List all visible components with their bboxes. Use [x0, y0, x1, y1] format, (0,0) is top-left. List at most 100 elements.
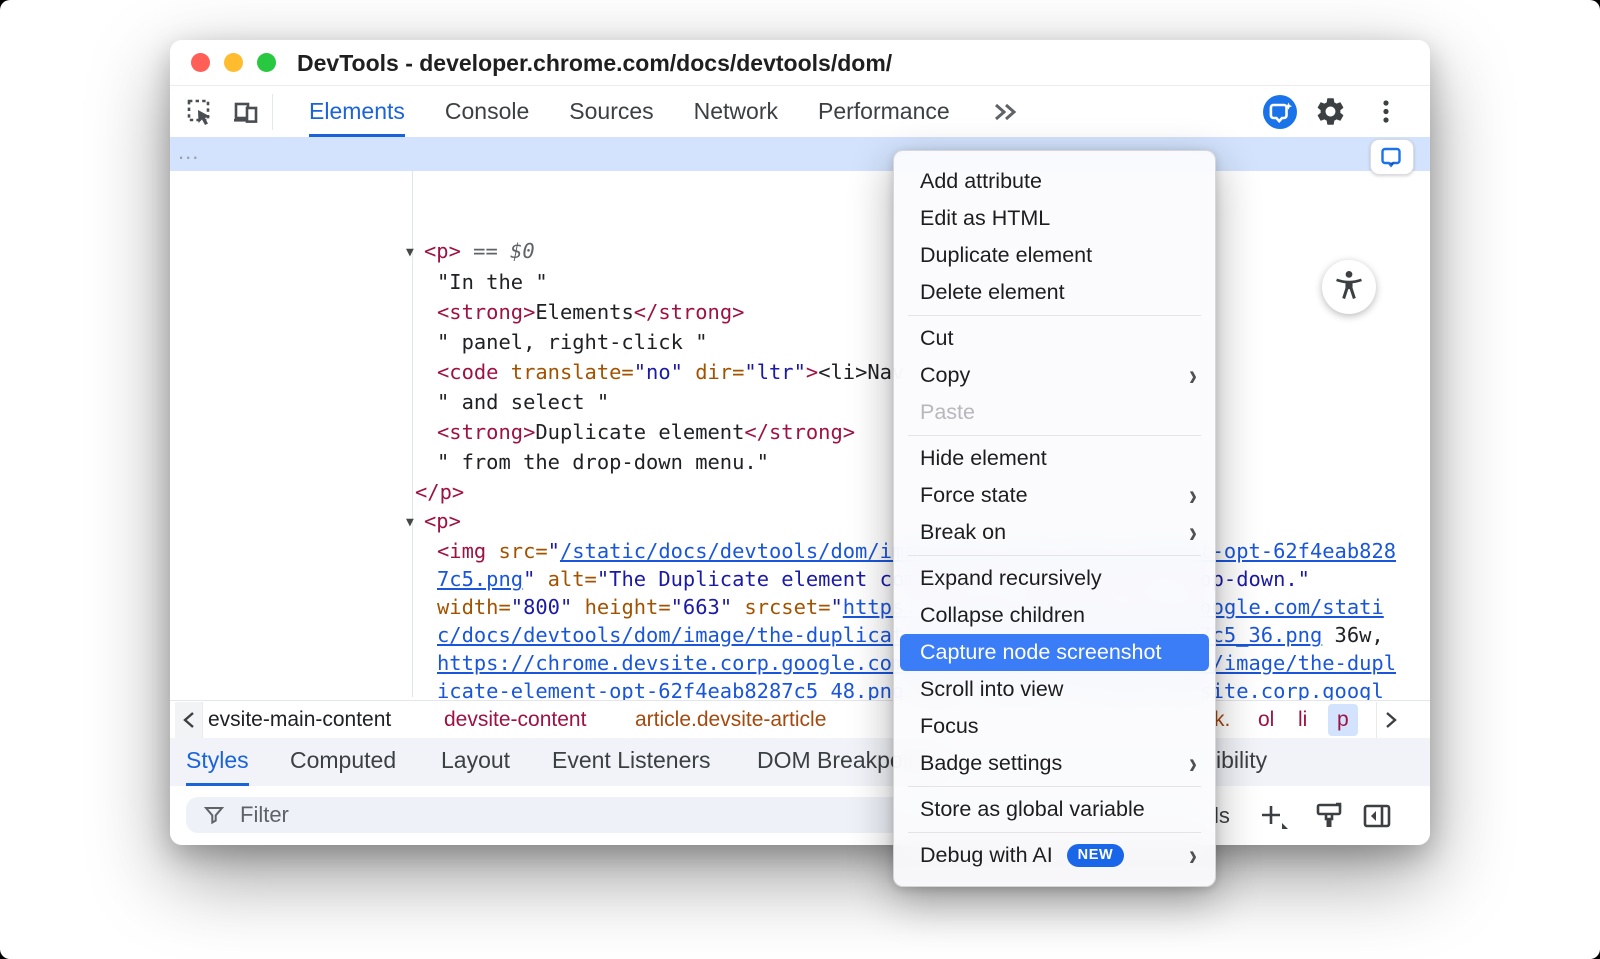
- selected-node-row[interactable]: [170, 137, 1430, 171]
- code-segment-link: 7c5.png: [437, 567, 523, 591]
- code-segment-val: "ltr": [744, 360, 805, 384]
- breadcrumb-item[interactable]: li: [1298, 701, 1307, 739]
- dom-tree-line[interactable]: <code translate="no" dir="ltr"><li>Nav: [437, 357, 904, 387]
- expand-arrow-icon[interactable]: ▼: [406, 508, 424, 538]
- accessibility-fab[interactable]: [1322, 260, 1376, 314]
- devtools-toolbar: Elements Console Sources Network Performance: [170, 86, 1430, 138]
- close-window-button[interactable]: [191, 53, 210, 72]
- menu-item-label: Delete element: [920, 280, 1065, 305]
- dom-tree-line[interactable]: ▼<p> == $0: [406, 236, 535, 268]
- code-segment-tag: <code: [437, 360, 498, 384]
- menu-item-scroll-into-view[interactable]: Scroll into view: [900, 671, 1209, 708]
- menu-item-label: Force state: [920, 483, 1028, 508]
- code-segment-txt: [498, 360, 510, 384]
- menu-item-store-as-global-variable[interactable]: Store as global variable: [900, 791, 1209, 828]
- menu-separator: [908, 832, 1201, 833]
- code-segment-attr: srcset=: [744, 595, 830, 619]
- menu-item-debug-with-ai[interactable]: Debug with AINEW›: [900, 837, 1209, 874]
- zoom-window-button[interactable]: [257, 53, 276, 72]
- new-style-rule-icon[interactable]: [1252, 786, 1292, 845]
- tab-performance[interactable]: Performance: [818, 86, 950, 137]
- dom-tree-line[interactable]: ▼<p>: [406, 506, 461, 538]
- submenu-chevron-icon: ›: [1189, 749, 1197, 779]
- sidebar-tab-ibility[interactable]: ibility: [1216, 738, 1267, 786]
- window-title: DevTools - developer.chrome.com/docs/dev…: [297, 40, 892, 85]
- menu-item-cut[interactable]: Cut: [900, 320, 1209, 357]
- node-ellipsis[interactable]: ...: [178, 139, 199, 165]
- tab-elements[interactable]: Elements: [309, 86, 405, 137]
- code-segment-tag: </p>: [415, 480, 464, 504]
- submenu-chevron-icon: ›: [1189, 361, 1197, 391]
- sidebar-tab-styles[interactable]: Styles: [186, 738, 249, 786]
- dom-tree-line[interactable]: " from the drop-down menu.": [437, 447, 769, 477]
- cls-button[interactable]: ls: [1214, 786, 1230, 845]
- dom-tree-line[interactable]: "In the ": [437, 267, 548, 297]
- breadcrumb-item[interactable]: evsite-main-content: [208, 701, 391, 739]
- tab-sources[interactable]: Sources: [569, 86, 653, 137]
- menu-item-badge-settings[interactable]: Badge settings›: [900, 745, 1209, 782]
- code-segment-tag: <strong>: [437, 420, 535, 444]
- menu-item-label: Duplicate element: [920, 243, 1092, 268]
- breadcrumb-forward-icon[interactable]: [1376, 702, 1404, 738]
- device-toolbar-icon[interactable]: [230, 96, 262, 128]
- menu-item-break-on[interactable]: Break on›: [900, 514, 1209, 551]
- node-preview-button[interactable]: [1370, 139, 1414, 175]
- dom-tree-line[interactable]: " and select ": [437, 387, 609, 417]
- tab-console[interactable]: Console: [445, 86, 529, 137]
- tab-network[interactable]: Network: [694, 86, 778, 137]
- sidebar-tab-computed[interactable]: Computed: [290, 738, 396, 786]
- menu-item-force-state[interactable]: Force state›: [900, 477, 1209, 514]
- more-tabs-icon[interactable]: [988, 95, 1022, 134]
- sidebar-tabs: StylesComputedLayoutEvent ListenersDOM B…: [170, 738, 1430, 787]
- breadcrumb-item[interactable]: devsite-content: [444, 701, 586, 739]
- code-segment-txt: " and select ": [437, 390, 609, 414]
- breadcrumb-item[interactable]: article.devsite-article: [635, 701, 826, 739]
- minimize-window-button[interactable]: [224, 53, 243, 72]
- code-segment-txt: [572, 595, 584, 619]
- menu-item-focus[interactable]: Focus: [900, 708, 1209, 745]
- ai-assistance-icon[interactable]: [1262, 94, 1298, 130]
- menu-item-label: Store as global variable: [920, 797, 1145, 822]
- code-segment-tag: <p>: [424, 239, 461, 263]
- code-segment-txt: <li>Nav: [818, 360, 904, 384]
- breadcrumb-item[interactable]: k.: [1214, 701, 1230, 739]
- rendering-brush-icon[interactable]: [1310, 786, 1348, 845]
- menu-item-label: Add attribute: [920, 169, 1042, 194]
- menu-item-collapse-children[interactable]: Collapse children: [900, 597, 1209, 634]
- menu-item-add-attribute[interactable]: Add attribute: [900, 163, 1209, 200]
- menu-item-expand-recursively[interactable]: Expand recursively: [900, 560, 1209, 597]
- code-segment-val: ": [548, 539, 560, 563]
- breadcrumb-item[interactable]: ol: [1258, 701, 1274, 739]
- inspect-icon[interactable]: [184, 96, 216, 128]
- dock-panel-icon[interactable]: [1358, 786, 1396, 845]
- menu-item-capture-node-screenshot[interactable]: Capture node screenshot: [900, 634, 1209, 671]
- menu-item-label: Copy: [920, 363, 970, 388]
- settings-gear-icon[interactable]: [1314, 95, 1346, 127]
- dom-tree-line[interactable]: </p>: [415, 477, 464, 507]
- menu-item-copy[interactable]: Copy ›: [900, 357, 1209, 394]
- code-segment-attr: height=: [585, 595, 671, 619]
- menu-item-label: Capture node screenshot: [920, 640, 1161, 665]
- filter-placeholder: Filter: [240, 802, 289, 828]
- menu-item-delete-element[interactable]: Delete element: [900, 274, 1209, 311]
- expand-arrow-icon[interactable]: ▼: [406, 238, 424, 268]
- sidebar-tab-layout[interactable]: Layout: [441, 738, 510, 786]
- dom-tree-line[interactable]: <strong>Elements</strong>: [437, 297, 744, 327]
- code-segment-tag: </strong>: [744, 420, 855, 444]
- dom-tree-line[interactable]: " panel, right-click ": [437, 327, 708, 357]
- menu-separator: [908, 786, 1201, 787]
- dom-tree-line[interactable]: <strong>Duplicate element</strong>: [437, 417, 855, 447]
- breadcrumb-back-icon[interactable]: [175, 702, 203, 738]
- toolbar-divider: [272, 94, 273, 130]
- menu-item-hide-element[interactable]: Hide element: [900, 440, 1209, 477]
- code-segment-tag: >: [806, 360, 818, 384]
- menu-item-label: Collapse children: [920, 603, 1085, 628]
- menu-item-duplicate-element[interactable]: Duplicate element: [900, 237, 1209, 274]
- code-segment-txt: 36w,: [1322, 623, 1383, 647]
- menu-item-edit-as-html[interactable]: Edit as HTML: [900, 200, 1209, 237]
- devtools-window: DevTools - developer.chrome.com/docs/dev…: [170, 40, 1430, 845]
- code-segment-tag: <strong>: [437, 300, 535, 324]
- breadcrumb-item[interactable]: p: [1328, 704, 1358, 736]
- sidebar-tab-event-listeners[interactable]: Event Listeners: [552, 738, 711, 786]
- kebab-menu-icon[interactable]: [1370, 95, 1402, 127]
